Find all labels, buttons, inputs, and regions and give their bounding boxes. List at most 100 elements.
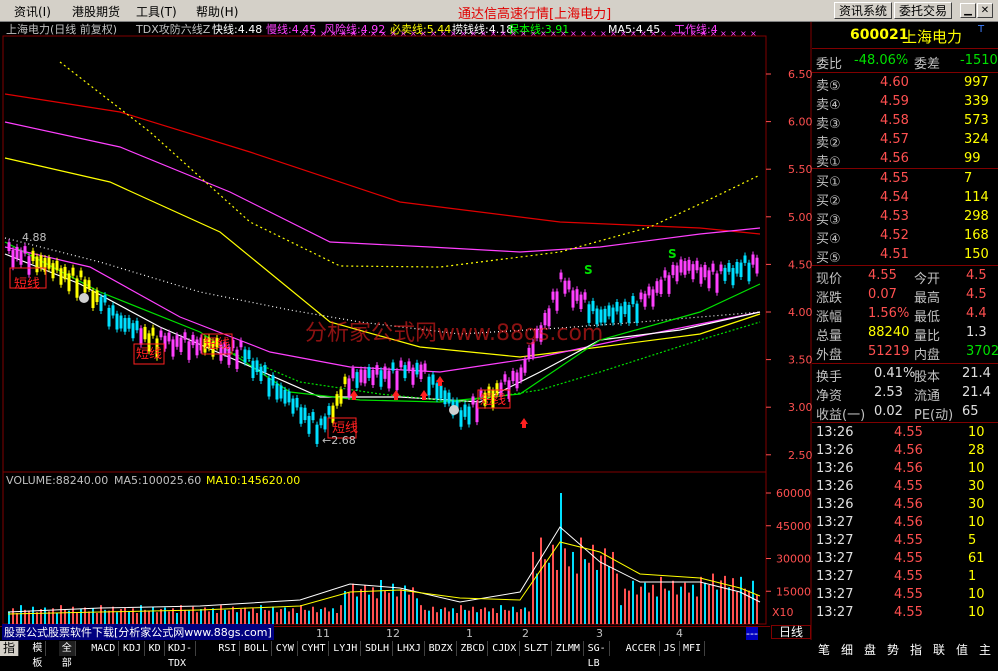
indicator-tab[interactable]: ZBCD: [457, 641, 489, 656]
svg-text:×: ×: [680, 29, 687, 38]
bid-label: 买④: [816, 232, 841, 247]
info-system-button[interactable]: 资讯系统: [834, 2, 892, 19]
chart-title: 上海电力(日线 前复权): [6, 22, 117, 36]
indicator-tab[interactable]: KDJ: [120, 641, 146, 656]
ask-row: 卖② 4.57 324: [812, 131, 998, 151]
close-icon[interactable]: ✕: [977, 3, 993, 18]
indicator-tab[interactable]: CYW: [272, 641, 298, 656]
price-axis-label: 4.50: [788, 258, 812, 271]
indicator-tab[interactable]: SG-LB: [584, 641, 610, 669]
tick-row: 13:26 4.56 10: [812, 460, 998, 478]
bid-price: 4.54: [880, 190, 909, 205]
svg-text:×: ×: [330, 29, 337, 38]
svg-text:×: ×: [530, 29, 537, 38]
stat-row: 总量 88240 量比 1.3: [812, 324, 998, 344]
indicator-tab[interactable]: JS: [660, 641, 680, 656]
indicator-label: 慢线:4.45: [266, 22, 316, 36]
indicator-tab[interactable]: RSI: [215, 641, 241, 656]
ad-banner[interactable]: 股票公式股票软件下载[分析家公式网www.88gs.com]: [2, 624, 274, 640]
bid-volume: 7: [964, 171, 973, 186]
bid-row: 买② 4.54 114: [812, 189, 998, 209]
svg-text:×: ×: [340, 29, 347, 38]
stat-label: PE(动): [914, 408, 954, 423]
tick-time: 13:26: [816, 479, 854, 494]
indicator-tab[interactable]: 指标: [0, 641, 20, 670]
svg-text:×: ×: [580, 29, 587, 38]
indicator-tab[interactable]: MACD: [88, 641, 120, 656]
high-mark: 4.88: [22, 231, 47, 244]
stat-label: 今开: [914, 272, 941, 287]
stat-row: 收益(一) 0.02 PE(动) 65: [812, 403, 998, 423]
quote-tab[interactable]: 主: [979, 641, 991, 658]
ask-label: 卖③: [816, 117, 841, 132]
menu-tools[interactable]: 工具(T): [136, 3, 177, 20]
quote-tab[interactable]: 盘: [864, 641, 876, 658]
tick-price: 4.55: [894, 533, 923, 548]
bid-price: 4.51: [880, 247, 909, 262]
tick-volume: 10: [968, 461, 985, 476]
indicator-tab[interactable]: CYHT: [298, 641, 330, 656]
volume-unit: X10: [772, 606, 794, 619]
tick-price: 4.55: [894, 569, 923, 584]
stat-row: 涨跌 0.07 最高 4.5: [812, 286, 998, 306]
stat-value: 4.5: [966, 268, 987, 283]
indicator-tab[interactable]: KDJ-TDX: [165, 641, 197, 669]
stat-label: 收益(一): [816, 408, 866, 423]
bid-label: 买⑤: [816, 251, 841, 266]
quote-tab[interactable]: 细: [841, 641, 853, 658]
sell-signal: S: [668, 247, 677, 261]
stat-value: 4.5: [966, 287, 987, 302]
indicator-tab[interactable]: KD: [145, 641, 165, 656]
short-label: 短线: [204, 337, 230, 352]
menu-help[interactable]: 帮助(H): [196, 3, 238, 20]
svg-text:×: ×: [630, 29, 637, 38]
quote-tab[interactable]: 势: [887, 641, 899, 658]
indicator-tab[interactable]: MFI: [680, 641, 706, 656]
tick-time: 13:26: [816, 425, 854, 440]
indicator-tab[interactable]: LHXJ: [393, 641, 425, 656]
stat-value: 21.4: [962, 385, 991, 400]
indicator-tab[interactable]: BDZX: [425, 641, 457, 656]
kline-chart[interactable]: 上海电力(日线 前复权) TDX攻防六线Z 快线:4.48 慢线:4.45 风险线:…: [0, 22, 812, 640]
menu-bar: 资讯(I) 港股期货 工具(T) 帮助(H) 通达信高速行情[上海电力] 资讯系…: [0, 0, 998, 22]
ask-price: 4.59: [880, 94, 909, 109]
indicator-tab[interactable]: SLZT: [521, 641, 553, 656]
volume-axis-label: 30000: [776, 553, 811, 566]
tick-volume: 28: [968, 443, 985, 458]
bid-label: 买②: [816, 194, 841, 209]
indicator-tab[interactable]: 模板: [29, 641, 47, 669]
tick-volume: 10: [968, 515, 985, 530]
ask-volume: 997: [964, 75, 989, 90]
indicator-tab[interactable]: SDLH: [362, 641, 394, 656]
menu-info[interactable]: 资讯(I): [14, 3, 51, 20]
indicator-tab[interactable]: 全部: [58, 641, 76, 669]
menu-hk-futures[interactable]: 港股期货: [72, 3, 120, 20]
svg-text:×: ×: [490, 29, 497, 38]
indicator-tab[interactable]: CJDX: [489, 641, 521, 656]
svg-text:×: ×: [600, 29, 607, 38]
tick-volume: 30: [968, 479, 985, 494]
indicator-tab[interactable]: BOLL: [241, 641, 273, 656]
quote-tab[interactable]: 联: [933, 641, 945, 658]
tick-volume: 10: [968, 587, 985, 602]
trade-button[interactable]: 委托交易: [894, 2, 952, 19]
ask-label: 卖④: [816, 98, 841, 113]
svg-text:×: ×: [610, 29, 617, 38]
stat-label: 最低: [914, 310, 941, 325]
bid-price: 4.55: [880, 171, 909, 186]
tick-volume: 5: [968, 533, 977, 548]
quote-tab[interactable]: 值: [956, 641, 968, 658]
quote-tab[interactable]: 笔: [818, 641, 830, 658]
tick-time: 13:26: [816, 443, 854, 458]
stat-label: 股本: [914, 370, 941, 385]
scroll-indicator[interactable]: ---: [746, 627, 758, 640]
period-selector[interactable]: 日线: [771, 625, 811, 639]
quote-tab[interactable]: 指: [910, 641, 922, 658]
svg-text:×: ×: [640, 29, 647, 38]
indicator-tab[interactable]: ACCER: [622, 641, 660, 656]
svg-text:×: ×: [710, 29, 717, 38]
stat-value: 88240: [868, 325, 910, 340]
indicator-tab[interactable]: ZLMM: [552, 641, 584, 656]
minimize-icon[interactable]: ▁: [960, 3, 976, 18]
indicator-tab[interactable]: LYJH: [330, 641, 362, 656]
